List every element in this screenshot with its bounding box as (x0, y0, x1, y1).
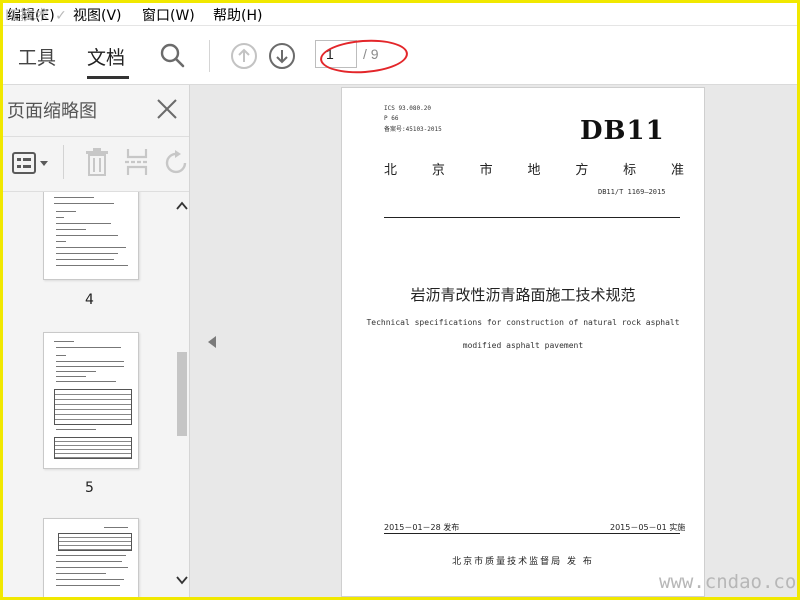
site-watermark: www.cndao.com (659, 571, 800, 593)
thumbnail-list: 4 5 (3, 192, 175, 597)
standard-type-char: 北 (384, 163, 398, 178)
page-thumbnail-4[interactable] (43, 192, 139, 280)
publisher: 北京市质量技术监督局 发 布 (452, 557, 594, 567)
menu-bar: 编辑(E) 视图(V) 窗口(W) 帮助(H) IT技术 ✓ (3, 3, 797, 26)
document-page: ICS 93.080.20 P 66 备案号:45103-2015 DB11 北… (341, 87, 705, 597)
ics-code: ICS 93.080.20 (384, 105, 431, 112)
tab-tools[interactable]: 工具 (18, 43, 56, 70)
next-page-icon[interactable] (268, 42, 296, 70)
document-title-cn: 岩沥青改性沥青路面施工技术规范 (410, 286, 636, 304)
thumbnail-scrollbar[interactable] (175, 192, 189, 597)
panel-tool-divider (63, 145, 64, 179)
watermark-logo: IT技术 ✓ (5, 8, 68, 24)
search-icon[interactable] (159, 42, 185, 68)
thumbnail-label-4: 4 (85, 292, 94, 308)
standard-type-char: 准 (670, 163, 684, 178)
standard-type-char: 地 (527, 163, 541, 178)
document-title-en-2: modified asphalt pavement (462, 341, 584, 350)
previous-page-icon[interactable] (230, 42, 258, 70)
tab-document[interactable]: 文档 (87, 43, 125, 70)
scrollbar-thumb[interactable] (177, 352, 187, 436)
thumbnail-label-5: 5 (85, 480, 94, 496)
class-code: P 66 (384, 115, 399, 122)
divider-line (384, 217, 680, 218)
collapse-panel-icon[interactable] (207, 335, 217, 349)
standard-type-char: 市 (479, 163, 493, 178)
toolbar: 工具 文档 1 / 9 (3, 26, 797, 85)
page-thumbnail-5[interactable] (43, 332, 139, 469)
rotate-icon[interactable] (163, 149, 189, 177)
standard-type-char: 京 (431, 163, 445, 178)
menu-view[interactable]: 视图(V) (73, 5, 122, 25)
chevron-up-icon[interactable] (175, 200, 189, 212)
standard-type-char: 标 (623, 163, 637, 178)
menu-window[interactable]: 窗口(W) (142, 5, 195, 25)
menu-help[interactable]: 帮助(H) (213, 5, 262, 25)
trash-icon[interactable] (83, 147, 111, 177)
toolbar-divider (209, 40, 210, 72)
extract-page-icon[interactable] (123, 147, 151, 177)
issue-date: 2015－01－28 发布 (384, 523, 460, 532)
close-icon[interactable] (155, 97, 179, 121)
implementation-date: 2015－05－01 实施 (610, 523, 686, 532)
document-title-en: Technical specifications for constructio… (366, 318, 680, 327)
standard-number: DB11/T 1169—2015 (598, 188, 666, 196)
divider-line-bottom (384, 533, 680, 534)
page-thumbnail-6[interactable] (43, 518, 139, 597)
standard-type-char: 方 (575, 163, 589, 178)
panel-title: 页面缩略图 (7, 101, 97, 122)
panel-divider (3, 136, 189, 137)
app-window: 编辑(E) 视图(V) 窗口(W) 帮助(H) IT技术 ✓ 工具 文档 1 /… (0, 0, 800, 600)
standard-type: 北 京 市 地 方 标 准 (384, 159, 684, 178)
record-number: 备案号:45103-2015 (384, 126, 442, 133)
thumbnail-options-icon[interactable] (11, 149, 51, 177)
standard-code: DB11 (580, 116, 665, 146)
document-view: ICS 93.080.20 P 66 备案号:45103-2015 DB11 北… (190, 85, 797, 597)
chevron-down-icon[interactable] (175, 574, 189, 586)
active-tab-indicator (87, 76, 129, 79)
thumbnail-panel: 页面缩略图 4 5 (3, 85, 190, 597)
